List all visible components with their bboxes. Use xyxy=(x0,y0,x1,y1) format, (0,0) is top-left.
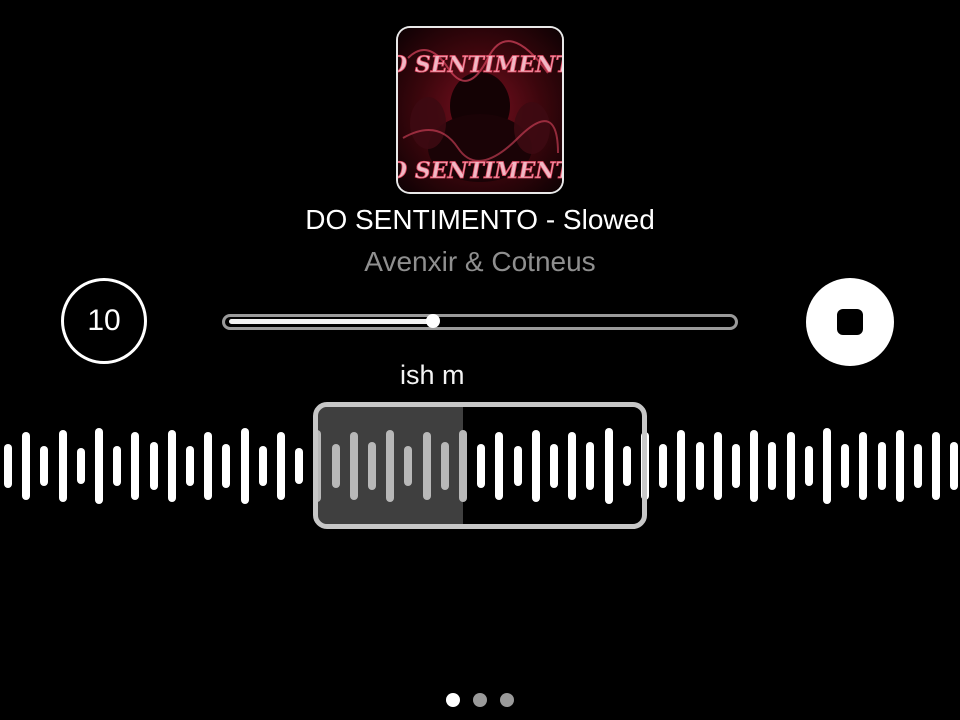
waveform-bar xyxy=(113,446,121,486)
progress-slider[interactable] xyxy=(222,314,738,330)
waveform-bar xyxy=(168,430,176,502)
waveform-bar xyxy=(40,446,48,486)
waveform-selection-handle[interactable] xyxy=(313,402,647,529)
page-dot[interactable] xyxy=(473,693,487,707)
waveform-bar xyxy=(768,442,776,490)
progress-thumb[interactable] xyxy=(426,314,440,328)
replay-10-icon: 10 xyxy=(87,304,121,337)
waveform-bar xyxy=(4,444,12,488)
waveform-bar xyxy=(22,432,30,500)
waveform-bar xyxy=(950,442,958,490)
waveform-bar xyxy=(878,442,886,490)
waveform-bar xyxy=(677,430,685,502)
stop-icon xyxy=(837,309,863,335)
waveform-bar xyxy=(787,432,795,500)
waveform-bar xyxy=(714,432,722,500)
waveform-bar xyxy=(295,448,303,484)
waveform-bar xyxy=(77,448,85,484)
waveform-bar xyxy=(59,430,67,502)
stop-button[interactable] xyxy=(806,278,894,366)
album-art-image: DO SENTIMENTO DO SENTIMENTO xyxy=(398,28,562,192)
track-title: DO SENTIMENTO - Slowed xyxy=(305,204,655,235)
progress-fill xyxy=(229,319,433,324)
waveform-bar xyxy=(95,428,103,504)
waveform-bar xyxy=(896,430,904,502)
page-dot[interactable] xyxy=(500,693,514,707)
album-art-text-bottom: DO SENTIMENTO xyxy=(398,158,562,184)
waveform-bar xyxy=(805,446,813,486)
lyric-text: ish m xyxy=(400,360,465,390)
waveform-bar xyxy=(131,432,139,500)
waveform-bar xyxy=(204,432,212,500)
track-artist[interactable]: Avenxir & Cotneus xyxy=(0,244,960,280)
page-indicator xyxy=(0,693,960,707)
waveform-bar xyxy=(859,432,867,500)
waveform-bar xyxy=(841,444,849,488)
waveform-bar xyxy=(241,428,249,504)
replay-10-button[interactable]: 10 xyxy=(61,278,147,364)
waveform-bar xyxy=(259,446,267,486)
waveform-bar xyxy=(750,430,758,502)
page-dot[interactable] xyxy=(446,693,460,707)
waveform-bar xyxy=(696,442,704,490)
waveform-bar xyxy=(914,444,922,488)
waveform-bar xyxy=(732,444,740,488)
waveform-bar xyxy=(932,432,940,500)
player-screen: DO SENTIMENTO DO SENTIMENTO DO SENTIMENT… xyxy=(0,0,960,720)
album-art: DO SENTIMENTO DO SENTIMENTO xyxy=(398,28,562,192)
waveform-bar xyxy=(277,432,285,500)
waveform-bar xyxy=(659,444,667,488)
waveform-bar xyxy=(222,444,230,488)
waveform-bar xyxy=(823,428,831,504)
album-art-text-top: DO SENTIMENTO xyxy=(398,52,562,78)
waveform-bar xyxy=(150,442,158,490)
waveform-bar xyxy=(186,446,194,486)
